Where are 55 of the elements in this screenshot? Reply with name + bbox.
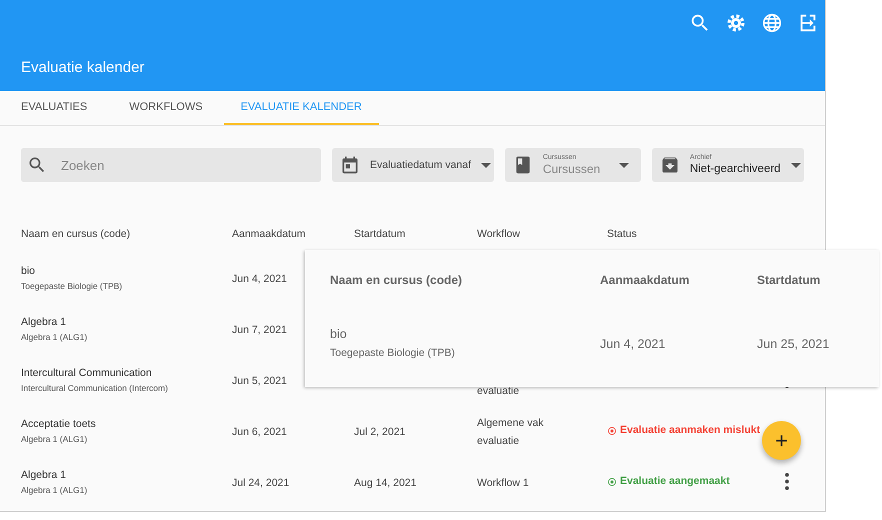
field-placeholder: Cursussen — [542, 162, 602, 177]
add-button[interactable]: + — [762, 421, 801, 460]
search-icon — [27, 155, 47, 175]
page-title: Evaluatie kalender — [21, 59, 144, 76]
field-value: Niet-gearchiveerd — [690, 162, 781, 177]
column-header: Workflow — [477, 228, 521, 240]
course-name: Toegepaste Biologie (TPB) — [21, 280, 124, 290]
course-name: Toegepaste Biologie (TPB) — [330, 347, 456, 359]
date-cell-text: Jun 25, 2021 — [757, 337, 830, 351]
status-icon — [607, 476, 617, 486]
evaluation-name: Acceptatie toets — [21, 418, 97, 430]
language-button[interactable] — [760, 11, 784, 35]
evaluation-name: bio — [330, 327, 348, 341]
column-header: Status — [607, 228, 638, 240]
evaluation-name: Algebra 1 — [21, 468, 67, 480]
column-header: Naam en cursus (code) — [330, 273, 464, 287]
status-icon — [607, 426, 617, 436]
workflow-cell-text: evaluatie — [477, 384, 520, 396]
date-cell-text: Jun 4, 2021 — [600, 337, 666, 351]
date-cell: Jul 2, 2021 — [354, 426, 406, 438]
column-header: Naam en cursus (code) — [21, 228, 132, 240]
tab[interactable]: EVALUATIES — [0, 91, 108, 125]
status-text: Evaluatie aangemaakt — [620, 474, 730, 489]
column-header: Aanmaakdatum — [600, 273, 690, 287]
status-text: Evaluatie aanmaken mislukt — [620, 423, 760, 438]
settings-icon — [725, 12, 747, 34]
workflow-cell-text: Workflow 1 — [477, 476, 530, 488]
evaluation-name: bio — [21, 264, 36, 276]
caret-icon — [790, 162, 801, 168]
column-header: Aanmaakdatum — [232, 228, 307, 240]
course-name: Algebra 1 (ALG1) — [21, 484, 88, 494]
date-cell: Jun 5, 2021 — [232, 374, 287, 386]
date-cell: Aug 14, 2021 — [354, 476, 416, 488]
evaluation-name: Intercultural Communication — [21, 366, 153, 378]
search-field[interactable]: Zoeken — [21, 148, 321, 182]
calendar-icon — [340, 155, 360, 175]
archive-icon — [660, 155, 680, 175]
tab[interactable]: WORKFLOWS — [108, 91, 224, 125]
caret-icon — [480, 162, 491, 168]
workflow-cell: Algemene vak evaluatie — [477, 416, 544, 446]
course-name: Algebra 1 (ALG1) — [21, 434, 88, 444]
caret-icon — [618, 162, 629, 168]
date-cell: Jul 24, 2021 — [232, 476, 290, 488]
field-placeholder: Evaluatiedatum vanaf — [370, 158, 471, 172]
date-cell: Jun 6, 2021 — [232, 426, 287, 438]
kebab-icon — [785, 473, 789, 490]
dropdown-field[interactable]: Evaluatiedatum vanaf — [332, 148, 494, 182]
column-header: Startdatum — [354, 228, 406, 240]
evaluation-name: Algebra 1 — [21, 316, 67, 328]
column-header: Startdatum — [757, 273, 822, 287]
globe-icon — [761, 12, 783, 34]
date-cell: Jun 7, 2021 — [232, 324, 287, 336]
course-name: Intercultural Communication (Intercom) — [21, 382, 169, 392]
course-name: Algebra 1 (ALG1) — [21, 332, 88, 342]
date-cell: Jun 4, 2021 — [232, 272, 287, 284]
